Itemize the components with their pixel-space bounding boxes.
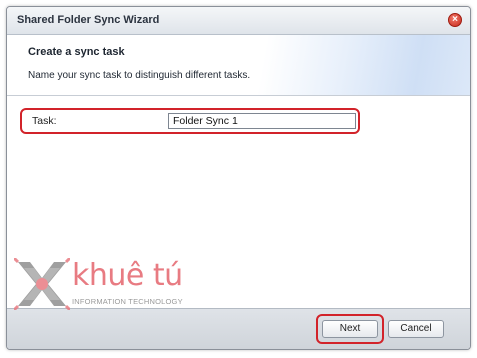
- cancel-button[interactable]: Cancel: [388, 320, 444, 338]
- watermark-brand: khuê tú: [72, 258, 183, 293]
- wizard-footer: Next Cancel: [7, 308, 470, 349]
- task-label: Task:: [32, 115, 57, 127]
- wizard-header: Create a sync task Name your sync task t…: [7, 35, 470, 96]
- close-icon[interactable]: ×: [448, 13, 462, 27]
- step-description: Name your sync task to distinguish diffe…: [28, 70, 251, 81]
- task-name-input[interactable]: [168, 113, 356, 129]
- watermark-logo: khuê tú INFORMATION TECHNOLOGY: [14, 258, 199, 310]
- next-button[interactable]: Next: [322, 320, 378, 338]
- step-title: Create a sync task: [28, 46, 125, 58]
- task-field-highlight: Task:: [20, 108, 360, 134]
- x-logo-icon: [14, 258, 70, 310]
- watermark-subtitle: INFORMATION TECHNOLOGY: [72, 297, 183, 306]
- window-title: Shared Folder Sync Wizard: [17, 14, 160, 26]
- title-bar: Shared Folder Sync Wizard ×: [7, 7, 470, 35]
